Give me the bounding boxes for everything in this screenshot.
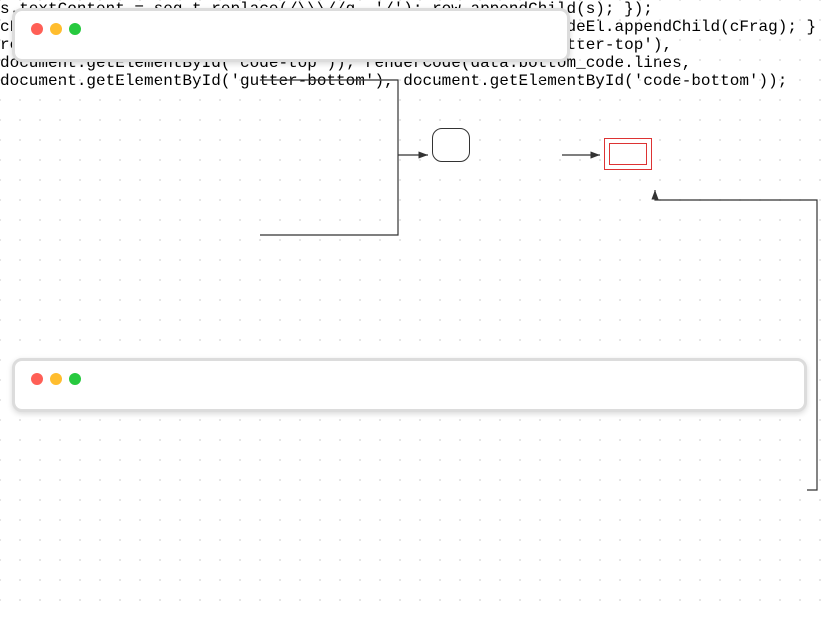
minimize-icon [50, 373, 62, 385]
callout-script-tag-pair [432, 128, 470, 162]
close-icon [31, 373, 43, 385]
maximize-icon [69, 23, 81, 35]
grid-background [0, 0, 823, 619]
window-controls [31, 23, 551, 35]
result-same-effect [604, 138, 652, 170]
maximize-icon [69, 373, 81, 385]
bottom-code-card [12, 358, 807, 412]
window-controls [31, 373, 788, 385]
close-icon [31, 23, 43, 35]
top-code-card [12, 8, 570, 62]
minimize-icon [50, 23, 62, 35]
